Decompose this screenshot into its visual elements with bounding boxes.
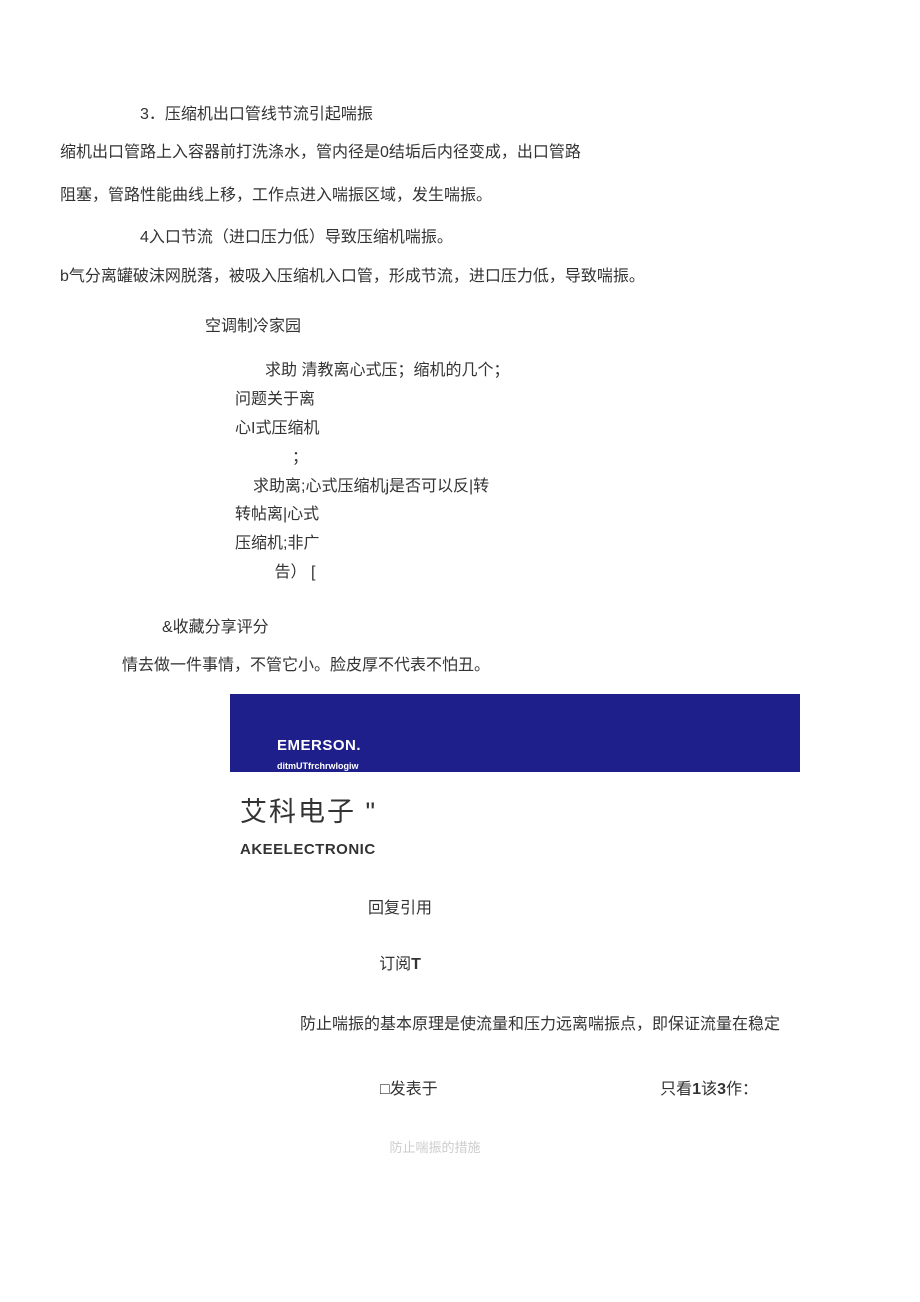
- related-link-8: 告） [: [235, 559, 355, 588]
- author-link[interactable]: 只看1该3作：: [660, 1081, 758, 1098]
- company-en-name: AKEELECTRONIC: [240, 836, 860, 865]
- related-link-4: ；: [235, 444, 365, 473]
- subscribe-suffix: T: [411, 956, 421, 973]
- subscribe-label: 订阅: [379, 956, 411, 973]
- author-num-1: 1: [692, 1081, 701, 1098]
- related-link-6[interactable]: 转帖离|心式: [235, 501, 595, 530]
- reply-quote-action[interactable]: 回复引用: [0, 894, 860, 924]
- emerson-banner[interactable]: EMERSON. ditmUTfrchrwlogiw: [230, 694, 800, 772]
- published-label: □发表于: [380, 1081, 438, 1098]
- post-actions[interactable]: &收藏分享评分: [162, 613, 860, 643]
- cutoff-title: 防止喘振的措施: [10, 1136, 860, 1161]
- item-3-title: 3．压缩机出口管线节流引起喘振: [140, 100, 860, 130]
- author-suffix: 作：: [726, 1081, 758, 1098]
- principle-text: 防止喘振的基本原理是使流量和压力远离喘振点，即保证流量在稳定: [300, 1010, 860, 1040]
- document-content: 3．压缩机出口管线节流引起喘振 缩机出口管路上入容器前打洗涤水，管内径是0结垢后…: [0, 0, 920, 1181]
- author-prefix: 只看: [660, 1081, 692, 1098]
- related-link-3[interactable]: 心I式压缩机: [245, 415, 595, 444]
- item-4-title: 4入口节流（进口压力低）导致压缩机喘振。: [140, 223, 860, 253]
- subscribe-action[interactable]: 订阅T: [0, 950, 860, 980]
- emerson-brand: EMERSON.: [277, 732, 800, 761]
- related-link-2[interactable]: 问题关于离: [235, 386, 595, 415]
- signature-quote: 情去做一件事情，不管它小。脸皮厚不代表不怕丑。: [122, 651, 860, 681]
- section-title: 空调制冷家园: [205, 312, 860, 342]
- related-link-1[interactable]: 求助 清教离心式压；缩机的几个；: [235, 357, 595, 386]
- emerson-tagline: ditmUTfrchrwlogiw: [277, 758, 800, 775]
- item-3-para-1: 缩机出口管路上入容器前打洗涤水，管内径是0结垢后内径变成，出口管路: [60, 138, 860, 168]
- item-3-para-2: 阻塞，管路性能曲线上移，工作点进入喘振区域，发生喘振。: [60, 181, 860, 211]
- item-4-para-1: b气分离罐破沫网脱落，被吸入压缩机入口管，形成节流，进口压力低，导致喘振。: [60, 262, 860, 292]
- related-link-7[interactable]: 压缩机;非广: [235, 530, 595, 559]
- author-num-2: 3: [717, 1081, 726, 1098]
- related-links: 求助 清教离心式压；缩机的几个； 问题关于离 心I式压缩机 ； 求助离;心式压缩…: [235, 357, 595, 587]
- related-link-5[interactable]: 求助离;心式压缩机j是否可以反|转: [235, 473, 595, 502]
- author-mid: 该: [701, 1081, 717, 1098]
- company-cn-name: 艾科电子 ": [240, 787, 860, 838]
- company-block[interactable]: 艾科电子 " AKEELECTRONIC: [240, 787, 860, 865]
- post-meta: □发表于 只看1该3作：: [380, 1075, 860, 1105]
